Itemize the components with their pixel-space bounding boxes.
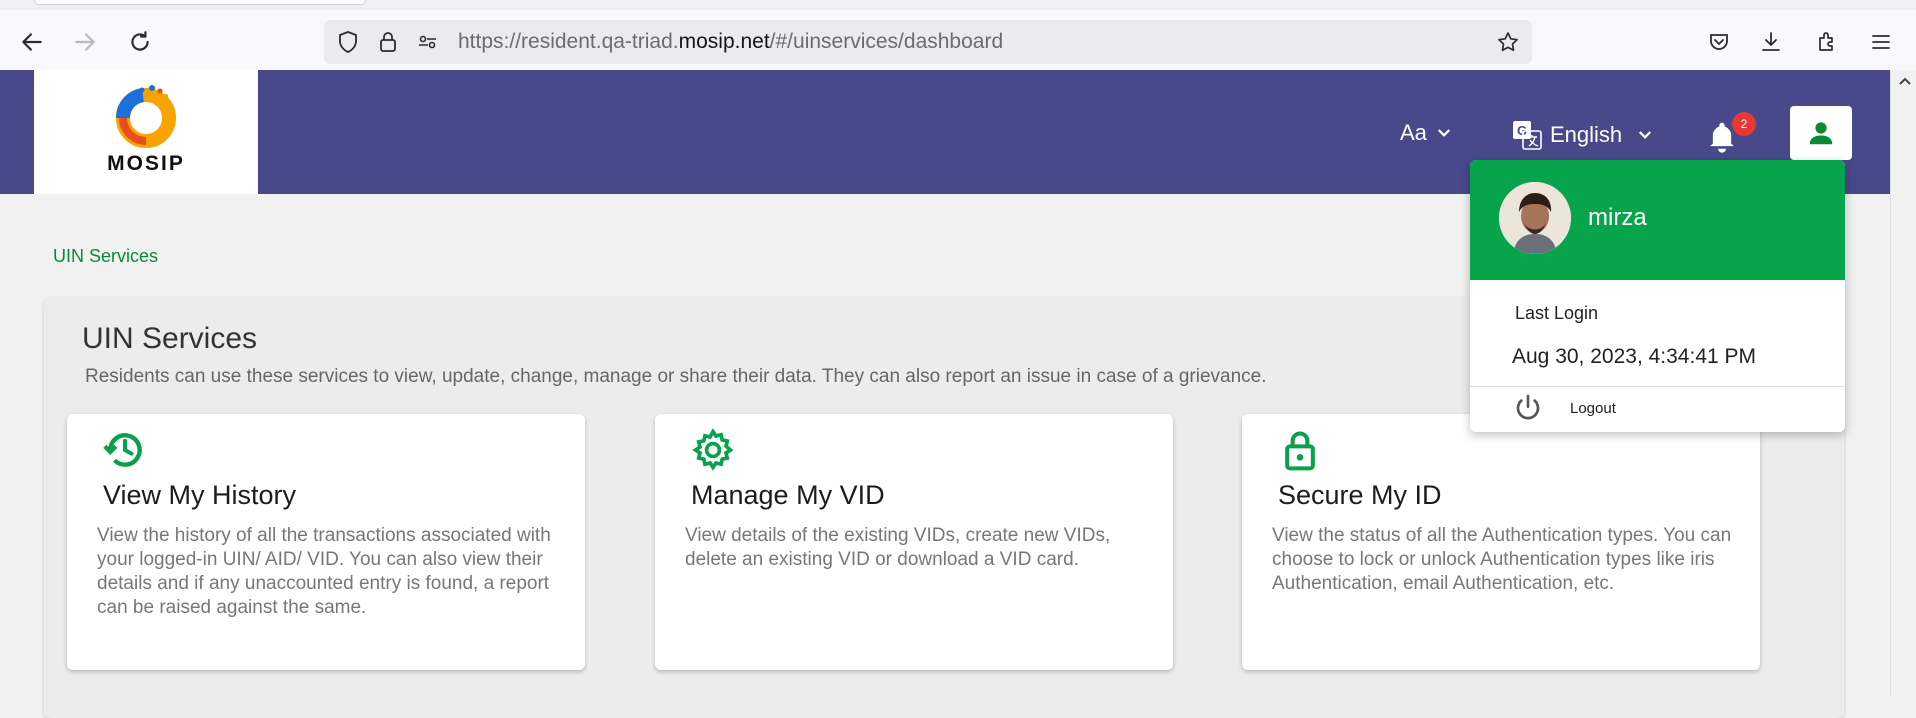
bookmark-star-icon[interactable] — [1496, 30, 1520, 54]
card-description: View details of the existing VIDs, creat… — [685, 525, 1111, 570]
font-size-dropdown[interactable]: Aa — [1400, 120, 1453, 146]
translate-icon: G — [1513, 121, 1542, 150]
avatar — [1499, 182, 1571, 254]
notification-count-badge: 2 — [1732, 112, 1756, 136]
url-suffix: /#/uinservices/dashboard — [769, 30, 1004, 53]
chevron-down-icon — [1437, 129, 1450, 137]
browser-tabstrip — [0, 0, 1916, 10]
lock-icon[interactable] — [376, 30, 400, 54]
language-dropdown[interactable]: G English — [1512, 120, 1654, 150]
url-text[interactable]: https://resident.qa-triad.mosip.net/#/ui… — [458, 20, 1003, 64]
divider — [1470, 386, 1845, 387]
logo-text: MOSIP — [107, 152, 185, 175]
url-host: mosip.net — [678, 30, 770, 53]
page-scrollbar[interactable] — [1890, 70, 1916, 696]
last-login-label: Last Login — [1515, 303, 1599, 323]
url-bar[interactable]: https://resident.qa-triad.mosip.net/#/ui… — [324, 20, 1532, 64]
shield-icon[interactable] — [336, 30, 360, 54]
menu-icon[interactable] — [1865, 26, 1897, 58]
last-login-value: Aug 30, 2023, 4:34:41 PM — [1512, 345, 1757, 368]
card-description: View the status of all the Authenticatio… — [1272, 525, 1732, 594]
language-label: English — [1550, 122, 1623, 147]
card-title: Secure My ID — [1278, 480, 1442, 510]
font-size-label: Aa — [1400, 120, 1427, 145]
card-description: View the history of all the transactions… — [97, 525, 551, 618]
card-manage-my-vid[interactable]: Manage My VID View details of the existi… — [655, 414, 1173, 670]
profile-dropdown: mirza Last Login Aug 30, 2023, 4:34:41 P… — [1470, 160, 1845, 432]
history-icon — [103, 428, 147, 472]
browser-toolbar: https://resident.qa-triad.mosip.net/#/ui… — [0, 10, 1916, 71]
scroll-up-arrow-icon[interactable] — [1898, 74, 1912, 88]
browser-tab[interactable] — [34, 0, 366, 5]
user-profile-button[interactable] — [1790, 106, 1852, 160]
url-prefix: https://resident.qa-triad. — [458, 30, 679, 53]
profile-header: mirza — [1470, 160, 1845, 280]
download-icon[interactable] — [1755, 26, 1787, 58]
permissions-icon[interactable] — [416, 30, 440, 54]
extensions-icon[interactable] — [1811, 26, 1843, 58]
chevron-down-icon — [1639, 131, 1652, 139]
breadcrumb[interactable]: UIN Services — [53, 246, 158, 267]
user-icon — [1809, 122, 1833, 145]
pocket-icon[interactable] — [1703, 26, 1735, 58]
page-title: UIN Services — [82, 322, 258, 355]
logout-button[interactable]: Logout — [1570, 400, 1616, 417]
card-view-my-history[interactable]: View My History View the history of all … — [67, 414, 585, 670]
card-secure-my-id[interactable]: Secure My ID View the status of all the … — [1242, 414, 1760, 670]
gear-icon — [691, 428, 735, 472]
lock-icon — [1278, 428, 1322, 472]
reload-icon[interactable] — [124, 26, 156, 58]
profile-name: mirza — [1588, 204, 1647, 231]
card-title: View My History — [103, 480, 297, 510]
logo-ring-icon — [115, 85, 176, 148]
card-title: Manage My VID — [691, 480, 885, 510]
page-description: Residents can use these services to view… — [85, 366, 1267, 387]
mosip-logo[interactable]: MOSIP — [34, 70, 258, 194]
power-icon[interactable] — [1512, 392, 1544, 424]
back-icon[interactable] — [16, 26, 48, 58]
forward-icon[interactable] — [69, 26, 101, 58]
